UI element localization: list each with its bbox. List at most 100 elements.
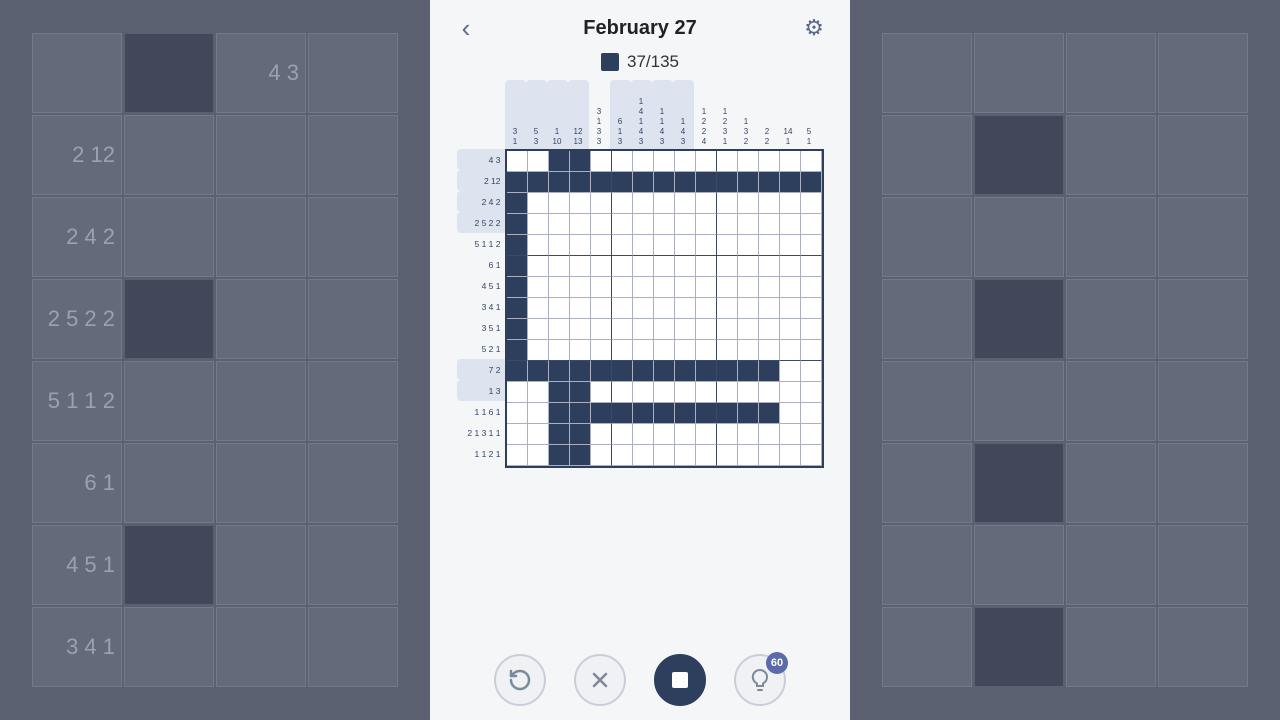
cell-1-0[interactable] bbox=[507, 172, 528, 193]
cell-11-3[interactable] bbox=[570, 382, 591, 403]
cell-11-14[interactable] bbox=[801, 382, 822, 403]
cell-9-13[interactable] bbox=[780, 340, 801, 361]
cell-2-9[interactable] bbox=[696, 193, 717, 214]
cell-5-13[interactable] bbox=[780, 256, 801, 277]
cell-14-6[interactable] bbox=[633, 445, 654, 466]
cell-10-11[interactable] bbox=[738, 361, 759, 382]
cell-12-10[interactable] bbox=[717, 403, 738, 424]
cell-1-1[interactable] bbox=[528, 172, 549, 193]
cell-0-1[interactable] bbox=[528, 151, 549, 172]
cell-6-7[interactable] bbox=[654, 277, 675, 298]
cell-13-3[interactable] bbox=[570, 424, 591, 445]
cell-11-5[interactable] bbox=[612, 382, 633, 403]
cell-10-3[interactable] bbox=[570, 361, 591, 382]
cell-1-10[interactable] bbox=[717, 172, 738, 193]
cell-2-10[interactable] bbox=[717, 193, 738, 214]
cell-2-4[interactable] bbox=[591, 193, 612, 214]
cell-10-10[interactable] bbox=[717, 361, 738, 382]
cell-11-2[interactable] bbox=[549, 382, 570, 403]
cell-3-11[interactable] bbox=[738, 214, 759, 235]
cell-10-7[interactable] bbox=[654, 361, 675, 382]
cell-4-6[interactable] bbox=[633, 235, 654, 256]
cell-11-10[interactable] bbox=[717, 382, 738, 403]
cell-1-5[interactable] bbox=[612, 172, 633, 193]
cell-5-2[interactable] bbox=[549, 256, 570, 277]
cell-1-3[interactable] bbox=[570, 172, 591, 193]
cell-11-1[interactable] bbox=[528, 382, 549, 403]
cell-5-11[interactable] bbox=[738, 256, 759, 277]
cell-9-2[interactable] bbox=[549, 340, 570, 361]
cell-6-5[interactable] bbox=[612, 277, 633, 298]
cell-1-14[interactable] bbox=[801, 172, 822, 193]
cell-7-9[interactable] bbox=[696, 298, 717, 319]
cell-7-3[interactable] bbox=[570, 298, 591, 319]
cell-7-11[interactable] bbox=[738, 298, 759, 319]
cell-3-0[interactable] bbox=[507, 214, 528, 235]
cell-14-4[interactable] bbox=[591, 445, 612, 466]
cell-10-6[interactable] bbox=[633, 361, 654, 382]
cell-0-5[interactable] bbox=[612, 151, 633, 172]
cell-10-8[interactable] bbox=[675, 361, 696, 382]
cell-14-5[interactable] bbox=[612, 445, 633, 466]
cell-1-2[interactable] bbox=[549, 172, 570, 193]
cell-5-4[interactable] bbox=[591, 256, 612, 277]
cell-6-11[interactable] bbox=[738, 277, 759, 298]
cell-1-9[interactable] bbox=[696, 172, 717, 193]
cell-9-12[interactable] bbox=[759, 340, 780, 361]
cell-13-0[interactable] bbox=[507, 424, 528, 445]
fill-button[interactable] bbox=[654, 654, 706, 706]
cell-4-7[interactable] bbox=[654, 235, 675, 256]
cell-3-10[interactable] bbox=[717, 214, 738, 235]
cell-3-1[interactable] bbox=[528, 214, 549, 235]
cell-4-12[interactable] bbox=[759, 235, 780, 256]
grid-cells[interactable] bbox=[505, 149, 824, 468]
cell-5-10[interactable] bbox=[717, 256, 738, 277]
cell-2-2[interactable] bbox=[549, 193, 570, 214]
back-button[interactable]: ‹ bbox=[448, 10, 484, 46]
cell-1-13[interactable] bbox=[780, 172, 801, 193]
cell-11-11[interactable] bbox=[738, 382, 759, 403]
cell-13-10[interactable] bbox=[717, 424, 738, 445]
cell-3-12[interactable] bbox=[759, 214, 780, 235]
cell-1-8[interactable] bbox=[675, 172, 696, 193]
cell-3-3[interactable] bbox=[570, 214, 591, 235]
cell-0-11[interactable] bbox=[738, 151, 759, 172]
cell-6-4[interactable] bbox=[591, 277, 612, 298]
cell-4-8[interactable] bbox=[675, 235, 696, 256]
cell-9-4[interactable] bbox=[591, 340, 612, 361]
cell-5-6[interactable] bbox=[633, 256, 654, 277]
cell-4-10[interactable] bbox=[717, 235, 738, 256]
cell-0-7[interactable] bbox=[654, 151, 675, 172]
cell-2-0[interactable] bbox=[507, 193, 528, 214]
cell-10-14[interactable] bbox=[801, 361, 822, 382]
cell-3-7[interactable] bbox=[654, 214, 675, 235]
cell-8-8[interactable] bbox=[675, 319, 696, 340]
cell-13-14[interactable] bbox=[801, 424, 822, 445]
cell-3-9[interactable] bbox=[696, 214, 717, 235]
cell-6-3[interactable] bbox=[570, 277, 591, 298]
cell-7-12[interactable] bbox=[759, 298, 780, 319]
cell-9-11[interactable] bbox=[738, 340, 759, 361]
cell-0-14[interactable] bbox=[801, 151, 822, 172]
cell-8-3[interactable] bbox=[570, 319, 591, 340]
cell-3-8[interactable] bbox=[675, 214, 696, 235]
cell-7-7[interactable] bbox=[654, 298, 675, 319]
cell-8-12[interactable] bbox=[759, 319, 780, 340]
cell-14-13[interactable] bbox=[780, 445, 801, 466]
cell-2-8[interactable] bbox=[675, 193, 696, 214]
cell-3-6[interactable] bbox=[633, 214, 654, 235]
cell-2-6[interactable] bbox=[633, 193, 654, 214]
cell-9-8[interactable] bbox=[675, 340, 696, 361]
cell-6-12[interactable] bbox=[759, 277, 780, 298]
cell-10-9[interactable] bbox=[696, 361, 717, 382]
cell-14-8[interactable] bbox=[675, 445, 696, 466]
cell-0-9[interactable] bbox=[696, 151, 717, 172]
cell-12-13[interactable] bbox=[780, 403, 801, 424]
cell-2-1[interactable] bbox=[528, 193, 549, 214]
cell-13-6[interactable] bbox=[633, 424, 654, 445]
cell-13-7[interactable] bbox=[654, 424, 675, 445]
cell-10-4[interactable] bbox=[591, 361, 612, 382]
cell-12-4[interactable] bbox=[591, 403, 612, 424]
cell-6-1[interactable] bbox=[528, 277, 549, 298]
cell-0-3[interactable] bbox=[570, 151, 591, 172]
